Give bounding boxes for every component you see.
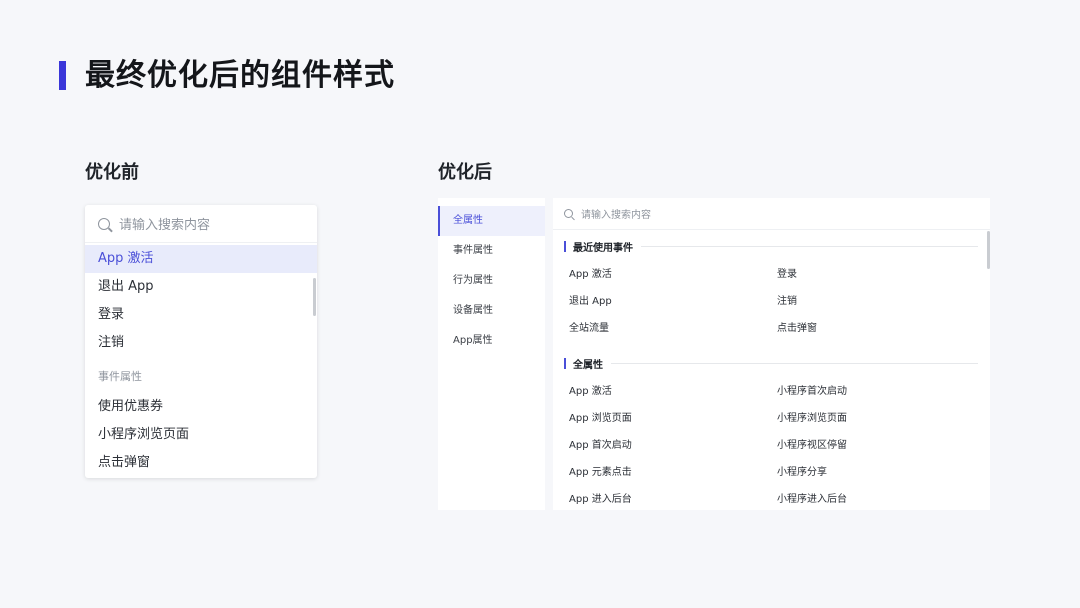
option-item[interactable]: 小程序进入后台 <box>777 486 977 510</box>
group-divider <box>641 245 978 247</box>
sidebar-item-device[interactable]: 设备属性 <box>438 296 545 326</box>
option-group-label: 事件属性 <box>98 370 142 383</box>
option-item[interactable]: 小程序浏览页面 <box>85 421 317 449</box>
sidebar-item-event[interactable]: 事件属性 <box>438 236 545 266</box>
option-item[interactable]: App 激活 <box>85 245 317 273</box>
option-item[interactable]: 退出 App <box>85 273 317 301</box>
group-accent-bar <box>564 240 566 252</box>
option-item[interactable]: 登录 <box>777 261 977 288</box>
scrollbar-thumb[interactable] <box>987 231 990 269</box>
option-item[interactable]: App 激活 <box>569 261 777 288</box>
option-item[interactable]: App 首次启动 <box>569 432 777 459</box>
search-icon <box>564 209 573 218</box>
option-item[interactable]: 全站流量 <box>569 315 777 342</box>
after-category-sidebar: 全属性 事件属性 行为属性 设备属性 App属性 <box>438 198 545 510</box>
before-search-input[interactable]: 请输入搜索内容 <box>85 205 317 243</box>
option-item[interactable]: 使用优惠券 <box>85 393 317 421</box>
option-item[interactable]: 注销 <box>777 288 977 315</box>
option-item[interactable]: 点击弹窗 <box>777 315 977 342</box>
sidebar-item-behavior[interactable]: 行为属性 <box>438 266 545 296</box>
option-item[interactable]: 小程序视区停留 <box>777 432 977 459</box>
page-title: 最终优化后的组件样式 <box>85 58 395 93</box>
all-option-grid: App 激活 小程序首次启动 App 浏览页面 小程序浏览页面 App 首次启动… <box>553 378 990 510</box>
option-item[interactable]: 退出 App <box>569 288 777 315</box>
option-item[interactable]: 小程序分享 <box>777 459 977 486</box>
before-dropdown-panel: 请输入搜索内容 App 激活 退出 App 登录 注销 事件属性 使用优惠券 小… <box>85 205 317 478</box>
option-item[interactable]: App 进入后台 <box>569 486 777 510</box>
search-icon <box>98 217 110 230</box>
sidebar-item-app[interactable]: App属性 <box>438 326 545 356</box>
title-accent-bar <box>59 61 66 90</box>
group-accent-bar <box>564 357 566 369</box>
after-dropdown-panel: 请输入搜索内容 最近使用事件 App 激活 登录 退出 App 注销 全站流量 … <box>553 198 990 510</box>
search-placeholder: 请输入搜索内容 <box>119 218 211 233</box>
option-item[interactable]: 小程序首次启动 <box>777 378 977 405</box>
group-header-all: 全属性 <box>564 352 978 374</box>
group-header-recent: 最近使用事件 <box>564 235 978 257</box>
option-item[interactable]: App 激活 <box>569 378 777 405</box>
after-search-input[interactable]: 请输入搜索内容 <box>553 198 990 230</box>
after-label: 优化后 <box>438 162 492 183</box>
option-item[interactable]: 登录 <box>85 301 317 329</box>
option-item[interactable]: App 元素点击 <box>569 459 777 486</box>
group-divider <box>611 362 978 364</box>
scrollbar-thumb[interactable] <box>313 278 316 316</box>
option-item[interactable]: App 浏览页面 <box>569 405 777 432</box>
group-title: 全属性 <box>573 359 603 371</box>
option-item[interactable]: 点击弹窗 <box>85 449 317 477</box>
option-item[interactable]: 小程序浏览页面 <box>777 405 977 432</box>
group-title: 最近使用事件 <box>573 242 633 254</box>
before-label: 优化前 <box>85 162 139 183</box>
sidebar-item-all[interactable]: 全属性 <box>438 206 545 236</box>
option-item[interactable]: 注销 <box>85 329 317 357</box>
recent-option-grid: App 激活 登录 退出 App 注销 全站流量 点击弹窗 <box>553 261 990 342</box>
before-option-list: App 激活 退出 App 登录 注销 事件属性 使用优惠券 小程序浏览页面 点… <box>85 243 317 477</box>
search-placeholder: 请输入搜索内容 <box>581 210 651 221</box>
